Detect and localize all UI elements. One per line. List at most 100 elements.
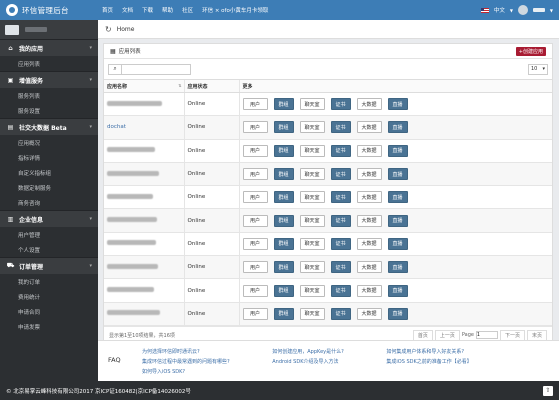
users-button[interactable]: 用户 xyxy=(242,261,268,274)
sidebar-item-cost-stats[interactable]: 费用统计 xyxy=(0,289,98,304)
faq-link[interactable]: 如何导入iOS SDK? xyxy=(142,368,264,375)
faq-link[interactable]: Android SDK介绍及导入方法 xyxy=(272,358,378,365)
live-button[interactable]: 直播 xyxy=(387,261,408,274)
language-select[interactable]: 中文 xyxy=(494,6,505,14)
app-name-cell[interactable] xyxy=(104,278,184,303)
groups-button[interactable]: 群组 xyxy=(273,98,294,111)
certificate-button[interactable]: 证书 xyxy=(330,307,351,320)
scroll-top-icon[interactable]: ⇧ xyxy=(543,385,553,396)
chatroom-button[interactable]: 聊天室 xyxy=(299,98,325,111)
nav-docs[interactable]: 文档 xyxy=(122,6,133,14)
nav-community[interactable]: 社区 xyxy=(182,6,193,14)
sidebar-item-custom-metrics[interactable]: 自定义指标组 xyxy=(0,165,98,180)
users-button[interactable]: 用户 xyxy=(242,237,268,250)
app-name-cell[interactable]: dochat xyxy=(104,115,184,140)
faq-link[interactable]: 为何选择环信即时通讯云? xyxy=(142,348,264,355)
chatroom-button[interactable]: 聊天室 xyxy=(299,284,325,297)
certificate-button[interactable]: 证书 xyxy=(330,98,351,111)
groups-button[interactable]: 群组 xyxy=(273,191,294,204)
sidebar-item-my-orders[interactable]: 我的订单 xyxy=(0,274,98,289)
groups-button[interactable]: 群组 xyxy=(273,121,294,134)
big-data-button[interactable]: 大数据 xyxy=(356,237,382,250)
sidebar-group-orders[interactable]: ⛟ 订单管理 ▾ xyxy=(0,257,98,274)
faq-link[interactable]: 如何创建应用，AppKey是什么? xyxy=(272,348,378,355)
groups-button[interactable]: 群组 xyxy=(273,144,294,157)
breadcrumb-home[interactable]: Home xyxy=(117,26,135,33)
app-name-cell[interactable] xyxy=(104,185,184,210)
live-button[interactable]: 直播 xyxy=(387,307,408,320)
chatroom-button[interactable]: 聊天室 xyxy=(299,168,325,181)
promo-link[interactable]: 环信 × ofo小黄车月卡领取 xyxy=(202,6,268,14)
search-icon[interactable]: ⌕ xyxy=(108,63,121,75)
big-data-button[interactable]: 大数据 xyxy=(356,191,382,204)
chatroom-button[interactable]: 聊天室 xyxy=(299,261,325,274)
groups-button[interactable]: 群组 xyxy=(273,284,294,297)
big-data-button[interactable]: 大数据 xyxy=(356,98,382,111)
sidebar-item-app-list[interactable]: 应用列表 xyxy=(0,56,98,71)
user-avatar[interactable] xyxy=(517,5,528,15)
sidebar-item-metric-detail[interactable]: 指标详情 xyxy=(0,150,98,165)
chatroom-button[interactable]: 聊天室 xyxy=(299,237,325,250)
big-data-button[interactable]: 大数据 xyxy=(356,307,382,320)
chatroom-button[interactable]: 聊天室 xyxy=(299,121,325,134)
live-button[interactable]: 直播 xyxy=(387,144,408,157)
live-button[interactable]: 直播 xyxy=(387,168,408,181)
refresh-icon[interactable]: ↻ xyxy=(105,25,112,34)
live-button[interactable]: 直播 xyxy=(387,98,408,111)
certificate-button[interactable]: 证书 xyxy=(330,284,351,297)
chatroom-button[interactable]: 聊天室 xyxy=(299,191,325,204)
users-button[interactable]: 用户 xyxy=(242,284,268,297)
sidebar-item-invoice[interactable]: 申请发票 xyxy=(0,319,98,334)
certificate-button[interactable]: 证书 xyxy=(330,191,351,204)
sidebar-item-personal-settings[interactable]: 个人设置 xyxy=(0,242,98,257)
app-name-cell[interactable] xyxy=(104,92,184,117)
live-button[interactable]: 直播 xyxy=(387,214,408,227)
certificate-button[interactable]: 证书 xyxy=(330,144,351,157)
certificate-button[interactable]: 证书 xyxy=(330,237,351,250)
certificate-button[interactable]: 证书 xyxy=(330,261,351,274)
page-size-select[interactable]: 10 ▾ xyxy=(528,63,548,75)
users-button[interactable]: 用户 xyxy=(242,214,268,227)
users-button[interactable]: 用户 xyxy=(242,144,268,157)
groups-button[interactable]: 群组 xyxy=(273,214,294,227)
live-button[interactable]: 直播 xyxy=(387,284,408,297)
groups-button[interactable]: 群组 xyxy=(273,168,294,181)
chatroom-button[interactable]: 聊天室 xyxy=(299,144,325,157)
certificate-button[interactable]: 证书 xyxy=(330,214,351,227)
app-name-cell[interactable] xyxy=(104,162,184,187)
sidebar-item-business-consult[interactable]: 商务咨询 xyxy=(0,195,98,210)
app-name-cell[interactable] xyxy=(104,208,184,233)
big-data-button[interactable]: 大数据 xyxy=(356,121,382,134)
sidebar-group-value-added[interactable]: ▣ 增值服务 ▾ xyxy=(0,71,98,88)
big-data-button[interactable]: 大数据 xyxy=(356,168,382,181)
col-app-status[interactable]: 应用状态 xyxy=(183,79,239,93)
pager-page-input[interactable] xyxy=(475,331,498,340)
search-input[interactable] xyxy=(121,63,191,75)
faq-link[interactable]: 集成iOS SDK之前的准备工作【必看】 xyxy=(386,358,506,365)
sidebar-item-contract[interactable]: 申请合同 xyxy=(0,304,98,319)
big-data-button[interactable]: 大数据 xyxy=(356,144,382,157)
sidebar-item-service-settings[interactable]: 服务设置 xyxy=(0,103,98,118)
big-data-button[interactable]: 大数据 xyxy=(356,214,382,227)
faq-link[interactable]: 如何集成用户体系和导入好友关系? xyxy=(386,348,506,355)
sidebar-group-company-info[interactable]: ▥ 企业信息 ▾ xyxy=(0,210,98,227)
users-button[interactable]: 用户 xyxy=(242,98,268,111)
app-name-cell[interactable] xyxy=(104,232,184,257)
nav-home[interactable]: 首页 xyxy=(102,6,113,14)
sidebar-group-social-data[interactable]: ▤ 社交大数据 Beta ▾ xyxy=(0,118,98,135)
live-button[interactable]: 直播 xyxy=(387,191,408,204)
groups-button[interactable]: 群组 xyxy=(273,261,294,274)
brand[interactable]: 环信管理后台 xyxy=(0,4,100,16)
users-button[interactable]: 用户 xyxy=(242,168,268,181)
users-button[interactable]: 用户 xyxy=(242,191,268,204)
app-name-cell[interactable] xyxy=(104,139,184,163)
create-app-button[interactable]: +创建应用 xyxy=(515,46,546,56)
big-data-button[interactable]: 大数据 xyxy=(356,284,382,297)
sidebar-item-data-service[interactable]: 数据定制服务 xyxy=(0,180,98,195)
big-data-button[interactable]: 大数据 xyxy=(356,261,382,274)
app-name-cell[interactable] xyxy=(104,255,184,280)
nav-help[interactable]: 帮助 xyxy=(162,6,173,14)
sidebar-item-user-management[interactable]: 用户管理 xyxy=(0,227,98,242)
certificate-button[interactable]: 证书 xyxy=(330,168,351,181)
live-button[interactable]: 直播 xyxy=(387,237,408,250)
